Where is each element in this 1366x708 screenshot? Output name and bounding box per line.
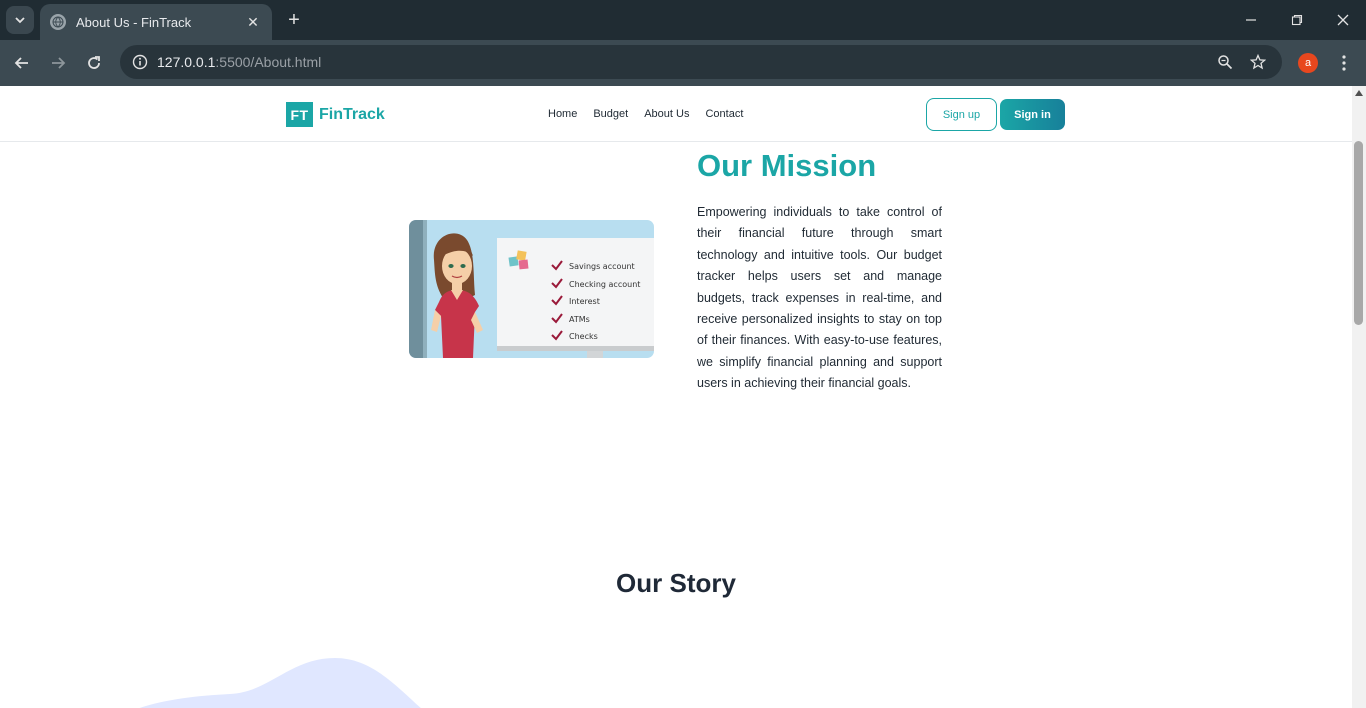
address-bar[interactable]: 127.0.0.1:5500/About.html (120, 45, 1282, 79)
scroll-up-arrow-icon[interactable] (1355, 90, 1363, 96)
sign-up-button[interactable]: Sign up (926, 98, 997, 131)
nav-link-about[interactable]: About Us (644, 108, 689, 120)
mission-heading: Our Mission (697, 148, 877, 183)
window-close-icon[interactable] (1331, 8, 1355, 32)
back-arrow-icon[interactable] (8, 49, 36, 77)
reload-icon[interactable] (80, 49, 108, 77)
checklist-item: ATMs (569, 315, 590, 324)
checklist-item: Savings account (569, 262, 635, 271)
url-host: 127.0.0.1 (157, 54, 216, 70)
browser-toolbar: 127.0.0.1:5500/About.html a (0, 40, 1366, 86)
site-logo[interactable]: FT FinTrack (286, 102, 385, 127)
globe-icon (50, 14, 66, 30)
tab-close-icon[interactable]: ✕ (244, 14, 262, 31)
decorative-blob (139, 658, 421, 708)
checklist-item: Interest (569, 297, 600, 306)
zoom-icon[interactable] (1213, 50, 1237, 74)
nav-link-contact[interactable]: Contact (705, 108, 743, 120)
checklist-item: Checking account (569, 280, 640, 289)
scrollbar-thumb[interactable] (1354, 141, 1363, 325)
mission-illustration: Savings account Checking account Interes… (409, 220, 654, 358)
nav-link-budget[interactable]: Budget (593, 108, 628, 120)
bookmark-star-icon[interactable] (1246, 50, 1270, 74)
site-header: FT FinTrack Home Budget About Us Contact… (0, 86, 1352, 142)
profile-avatar[interactable]: a (1298, 53, 1318, 73)
nav-link-home[interactable]: Home (548, 108, 577, 120)
chevron-down-icon (15, 17, 25, 24)
logo-badge: FT (286, 102, 313, 127)
browser-tab-bar: About Us - FinTrack ✕ + (0, 0, 1366, 40)
page-viewport: FT FinTrack Home Budget About Us Contact… (0, 86, 1352, 708)
story-heading: Our Story (616, 568, 736, 598)
tab-search-button[interactable] (6, 6, 34, 34)
sign-in-button[interactable]: Sign in (1000, 99, 1065, 130)
restore-icon[interactable] (1285, 8, 1309, 32)
url-path: :5500/About.html (215, 54, 322, 70)
site-info-icon[interactable] (128, 50, 152, 74)
browser-tab-active[interactable]: About Us - FinTrack ✕ (40, 4, 272, 40)
new-tab-button[interactable]: + (282, 8, 306, 32)
forward-arrow-icon[interactable] (44, 49, 72, 77)
url-text: 127.0.0.1:5500/About.html (157, 54, 321, 70)
minimize-icon[interactable] (1239, 8, 1263, 32)
tab-title: About Us - FinTrack (76, 14, 192, 30)
logo-text: FinTrack (319, 105, 385, 123)
main-nav: Home Budget About Us Contact (548, 108, 759, 120)
checklist-item: Checks (569, 332, 598, 341)
page-scrollbar[interactable] (1352, 86, 1366, 708)
kebab-menu-icon[interactable] (1332, 51, 1356, 75)
mission-paragraph: Empowering individuals to take control o… (697, 205, 942, 391)
